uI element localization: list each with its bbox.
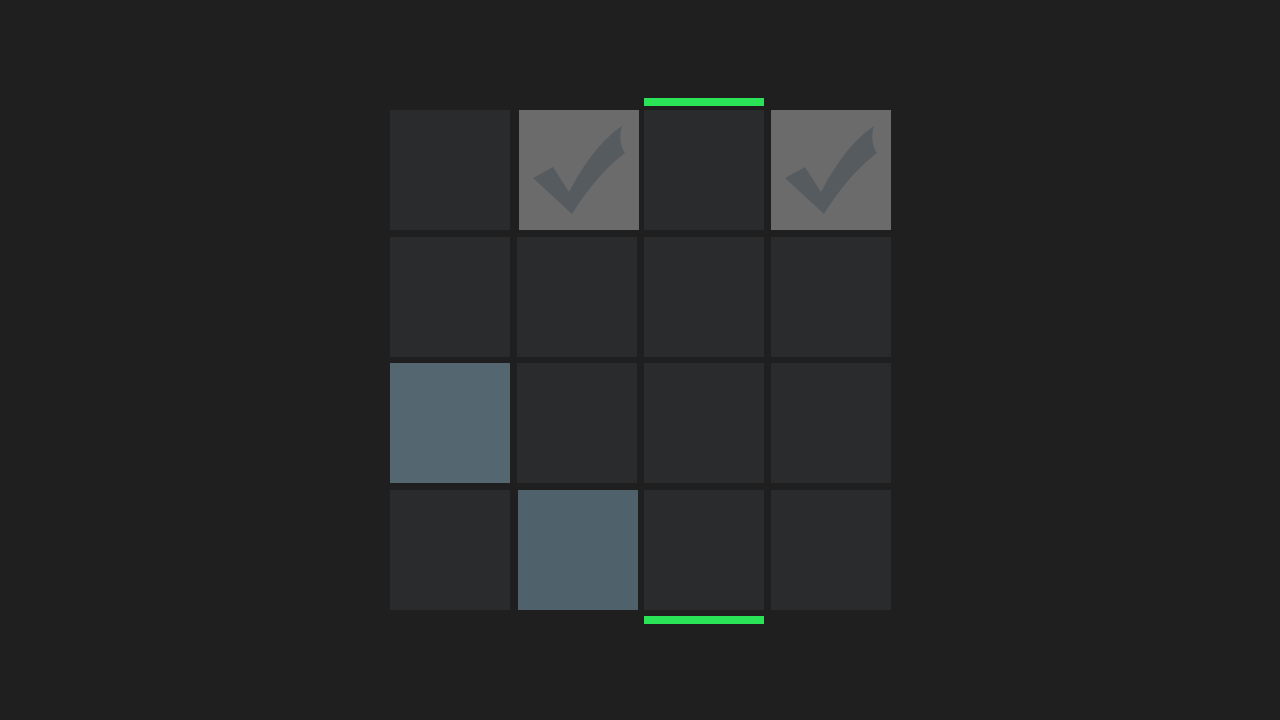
grid-cell-r2-c4[interactable] [771,237,891,357]
grid-cell-r1-c4[interactable] [771,110,891,230]
grid-cell-r3-c3[interactable] [644,363,764,483]
checkmark-icon [533,126,625,214]
grid-cell-r3-c1[interactable] [390,363,510,483]
grid-cell-r2-c2[interactable] [517,237,637,357]
column-indicator-top [644,98,764,106]
column-indicator-bottom [644,616,764,624]
grid-cell-r2-c1[interactable] [390,237,510,357]
grid-cell-r4-c3[interactable] [644,490,764,610]
grid-cell-r1-c3[interactable] [644,110,764,230]
grid-cell-r4-c4[interactable] [771,490,891,610]
checkmark-icon [785,126,877,214]
grid-cell-r1-c1[interactable] [390,110,510,230]
grid-cell-r3-c4[interactable] [771,363,891,483]
grid-cell-r4-c2[interactable] [518,490,638,610]
grid-cell-r2-c3[interactable] [644,237,764,357]
grid-cell-r1-c2[interactable] [519,110,639,230]
game-board [0,0,1280,720]
grid-cell-r4-c1[interactable] [390,490,510,610]
grid-cell-r3-c2[interactable] [517,363,637,483]
